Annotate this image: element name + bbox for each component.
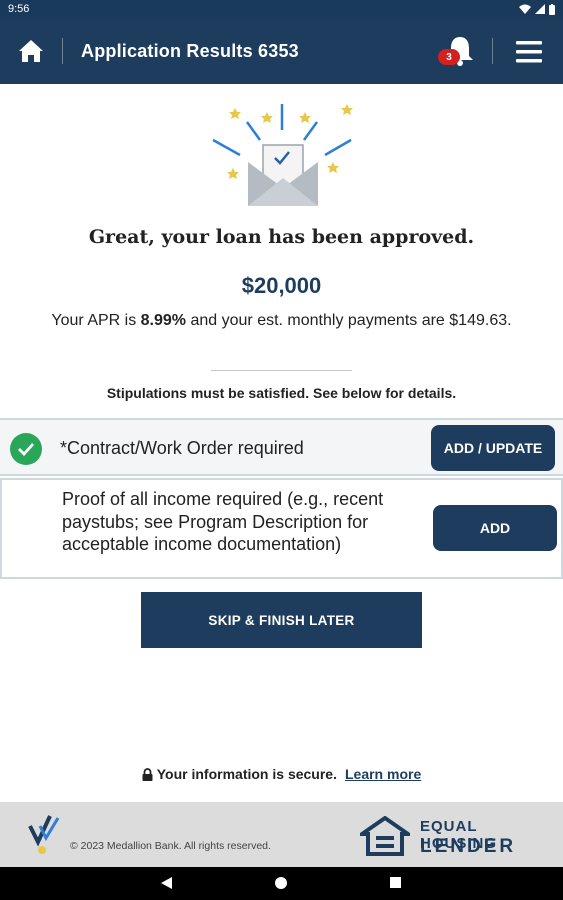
secure-info: Your information is secure. Learn more: [0, 766, 563, 782]
status-icons: [519, 3, 555, 15]
add-update-button[interactable]: ADD / UPDATE: [431, 425, 555, 471]
copyright: © 2023 Medallion Bank. All rights reserv…: [70, 840, 271, 852]
check-circle-icon: [10, 433, 42, 465]
apr-summary: Your APR is 8.99% and your est. monthly …: [40, 310, 523, 331]
home-button[interactable]: [0, 18, 62, 84]
skip-finish-later-button[interactable]: SKIP & FINISH LATER: [141, 592, 422, 648]
footer: © 2023 Medallion Bank. All rights reserv…: [0, 802, 563, 867]
apr-value: 8.99%: [140, 312, 187, 329]
stipulation-text: *Contract/Work Order required: [60, 438, 304, 458]
wifi-icon: [519, 4, 531, 14]
envelope-illustration: [212, 104, 353, 206]
apr-suffix: and your est. monthly payments are $149.…: [186, 312, 512, 329]
back-icon[interactable]: [160, 877, 172, 889]
secure-text: Your information is secure.: [156, 766, 337, 782]
learn-more-link[interactable]: Learn more: [345, 766, 421, 782]
divider: [211, 370, 352, 371]
notification-badge: 3: [438, 49, 460, 65]
recents-icon[interactable]: [390, 877, 401, 888]
apr-prefix: Your APR is: [51, 312, 141, 329]
stipulations-note: Stipulations must be satisfied. See belo…: [106, 385, 457, 401]
medallion-logo: [28, 815, 60, 854]
menu-button[interactable]: [510, 38, 550, 66]
status-time: 9:56: [8, 3, 30, 15]
approval-headline: Great, your loan has been approved.: [88, 226, 475, 248]
stipulation-row-contract: *Contract/Work Order required ADD / UPDA…: [0, 418, 563, 476]
app-screen: 9:56 Application Results 6353 3 Great, y…: [0, 0, 563, 900]
page-title: Application Results 6353: [81, 40, 299, 61]
loan-amount: $20,000: [241, 273, 322, 298]
signal-icon: [535, 4, 545, 14]
stipulation-text: Proof of all income required (e.g., rece…: [62, 489, 384, 554]
system-nav-bar: [0, 867, 563, 900]
divider: [62, 38, 63, 64]
menu-icon: [516, 41, 542, 63]
status-bar: 9:56: [0, 0, 563, 18]
home-nav-icon[interactable]: [275, 877, 287, 889]
equal-housing-lender: EQUAL HOUSING LENDER: [360, 814, 540, 858]
divider: [492, 38, 493, 64]
ehl-line2: LENDER: [420, 836, 517, 857]
stipulation-row-income: Proof of all income required (e.g., rece…: [0, 478, 563, 579]
battery-icon: [549, 3, 555, 15]
equal-housing-icon: [360, 816, 410, 856]
add-button[interactable]: ADD: [433, 505, 557, 551]
lock-icon: [142, 768, 153, 781]
notifications-button[interactable]: 3: [438, 32, 478, 72]
app-bar: Application Results 6353 3: [0, 18, 563, 84]
home-icon: [19, 40, 43, 62]
